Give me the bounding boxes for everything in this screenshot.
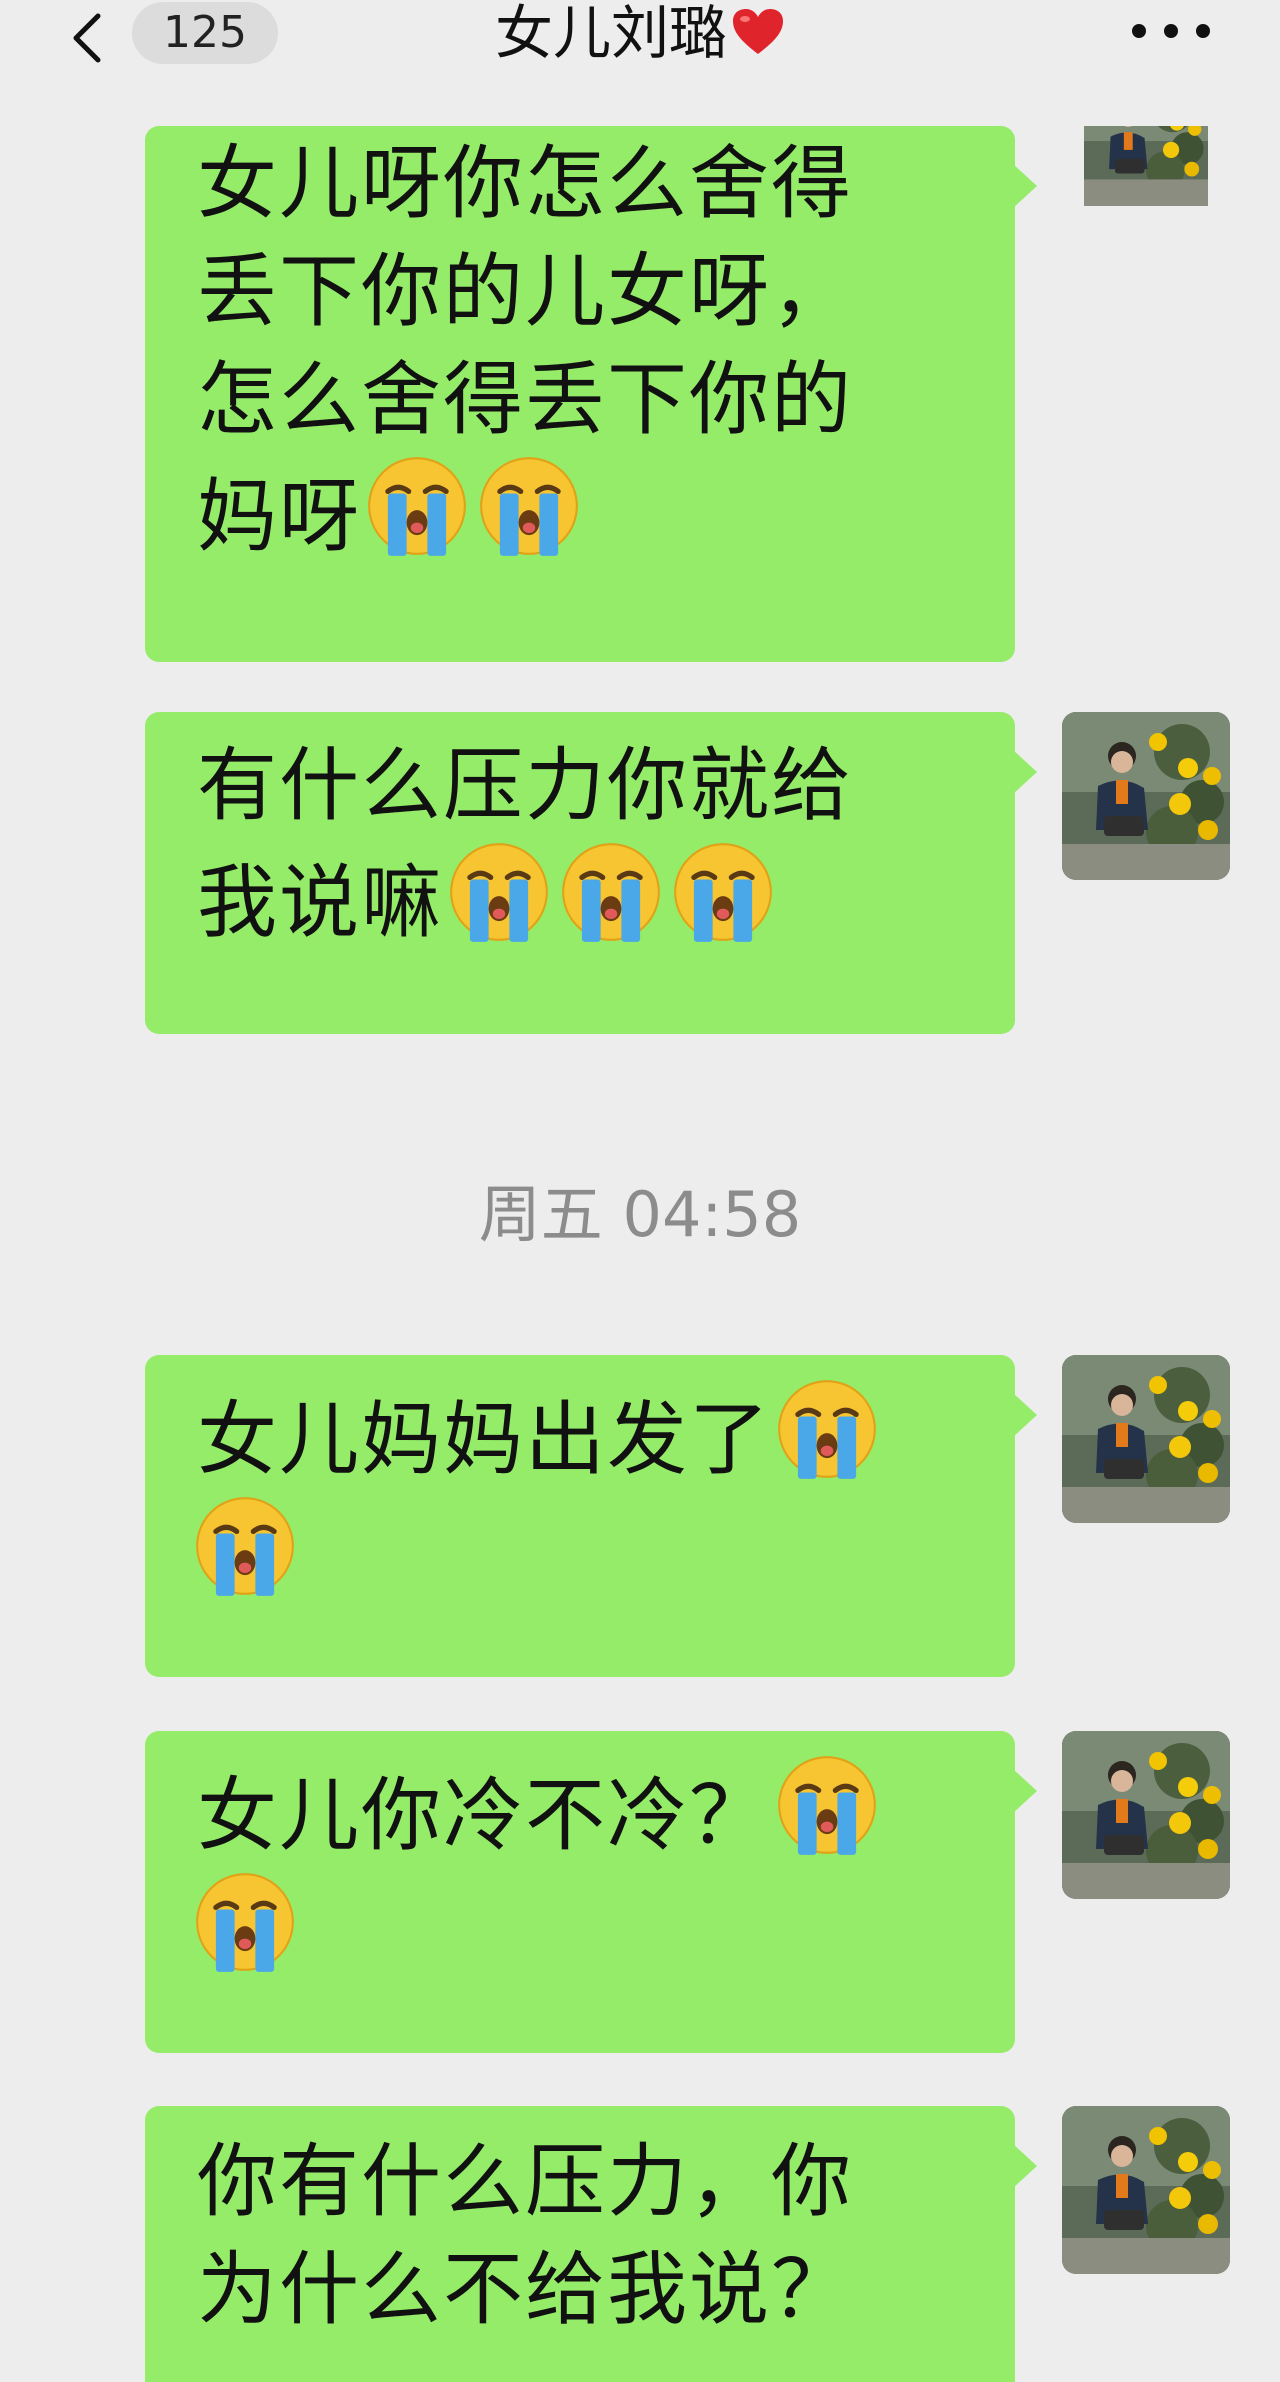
avatar[interactable] [1062, 1731, 1230, 1899]
contact-name: 女儿刘璐 [494, 0, 727, 67]
crying-face-icon [477, 454, 581, 558]
back-button[interactable] [60, 8, 120, 68]
crying-face-icon [559, 840, 663, 944]
more-dots-icon [1132, 24, 1146, 38]
chevron-left-icon [73, 13, 101, 63]
message-line: 怎么舍得丢下你的 [197, 353, 853, 446]
avatar[interactable] [1062, 1355, 1230, 1523]
message-line: 你有什么压力，你 [197, 2135, 853, 2228]
crying-face-icon [447, 840, 551, 944]
avatar[interactable] [1062, 126, 1230, 250]
crying-face-icon [193, 1494, 297, 1598]
avatar[interactable] [1062, 712, 1230, 880]
crying-face-icon [775, 1377, 879, 1481]
message-line: 女儿你冷不冷？ [197, 1769, 771, 1862]
message-line: 女儿呀你怎么舍得 [197, 137, 853, 230]
message-line: 为什么不给我说？ [197, 2243, 853, 2336]
chat-title: 女儿刘璐 [440, 0, 840, 70]
unread-count-badge[interactable]: 125 [132, 2, 278, 64]
avatar[interactable] [1062, 2106, 1230, 2274]
message-line: 有什么压力你就给 [197, 739, 853, 832]
message-line: 丢下你的儿女呀， [197, 245, 853, 338]
more-options-button[interactable] [1132, 18, 1212, 48]
message-bubble[interactable]: 女儿你冷不冷？ [145, 1731, 1037, 2053]
message-bubble[interactable]: 女儿妈妈出发了 [145, 1355, 1037, 1677]
message-bubble[interactable]: 有什么压力你就给 我说嘛 [145, 712, 1037, 1034]
crying-face-icon [365, 454, 469, 558]
chat-header: 125 女儿刘璐 [0, 0, 1280, 120]
more-dots-icon [1164, 24, 1178, 38]
crying-face-icon [193, 1870, 297, 1974]
red-heart-icon [733, 9, 783, 54]
message-line: 我说嘛 [197, 856, 443, 949]
more-dots-icon [1196, 24, 1210, 38]
timestamp: 周五 04:58 [478, 1178, 802, 1251]
crying-face-icon [671, 840, 775, 944]
crying-face-icon [775, 1753, 879, 1857]
message-line: 妈呀 [197, 470, 361, 563]
message-line: 女儿妈妈出发了 [197, 1393, 771, 1486]
message-bubble[interactable]: 女儿呀你怎么舍得 丢下你的儿女呀， 怎么舍得丢下你的 妈呀 [145, 126, 1037, 662]
message-bubble[interactable]: 你有什么压力，你 为什么不给我说？ [145, 2106, 1037, 2382]
